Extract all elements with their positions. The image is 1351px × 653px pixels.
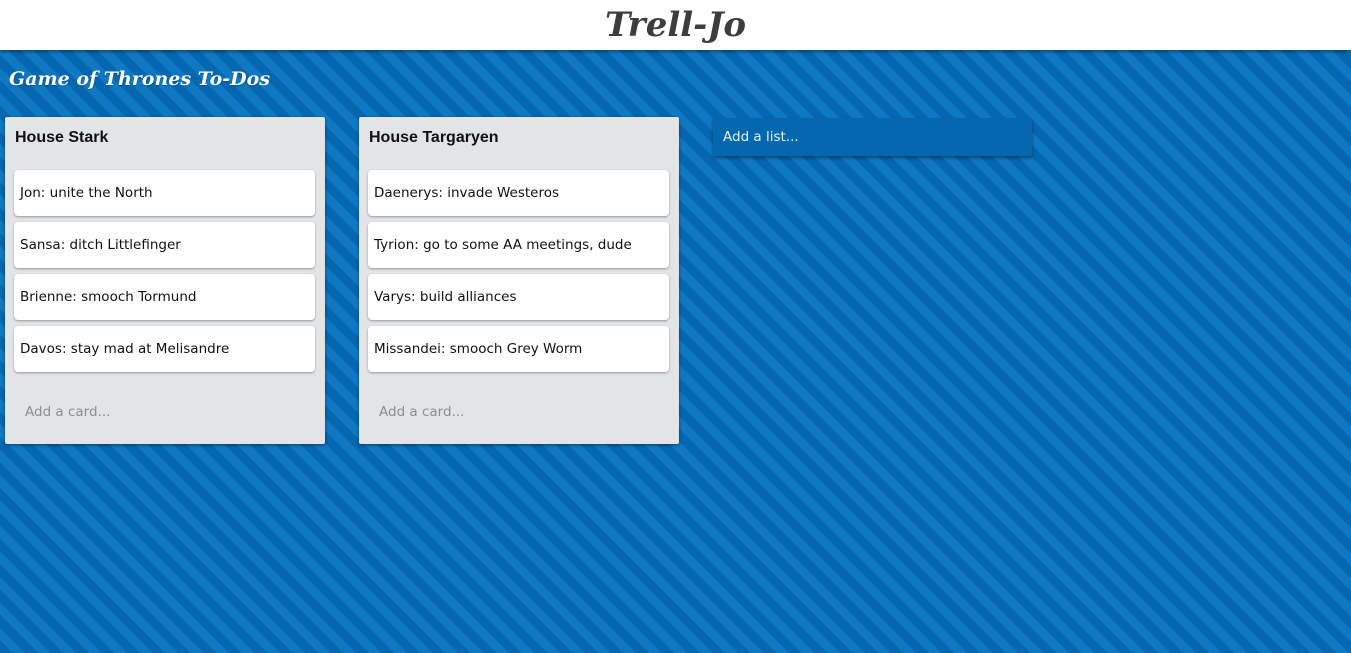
list-house-stark: House Stark Jon: unite the North Sansa: … [5, 117, 325, 444]
add-card-button[interactable]: Add a card... [25, 404, 110, 420]
board-title[interactable]: Game of Thrones To-Dos [9, 68, 270, 90]
add-card-button[interactable]: Add a card... [379, 404, 464, 420]
card[interactable]: Daenerys: invade Westeros [368, 170, 669, 216]
card[interactable]: Jon: unite the North [14, 170, 315, 216]
card[interactable]: Missandei: smooch Grey Worm [368, 326, 669, 372]
top-header: Trell-Jo [0, 0, 1351, 50]
list-house-targaryen: House Targaryen Daenerys: invade Westero… [359, 117, 679, 444]
card[interactable]: Tyrion: go to some AA meetings, dude [368, 222, 669, 268]
list-title[interactable]: House Stark [15, 129, 108, 147]
add-list-button[interactable]: Add a list... [713, 118, 1032, 156]
card[interactable]: Varys: build alliances [368, 274, 669, 320]
app-title: Trell-Jo [604, 5, 747, 45]
card[interactable]: Brienne: smooch Tormund [14, 274, 315, 320]
card[interactable]: Sansa: ditch Littlefinger [14, 222, 315, 268]
list-title[interactable]: House Targaryen [369, 129, 499, 147]
card[interactable]: Davos: stay mad at Melisandre [14, 326, 315, 372]
